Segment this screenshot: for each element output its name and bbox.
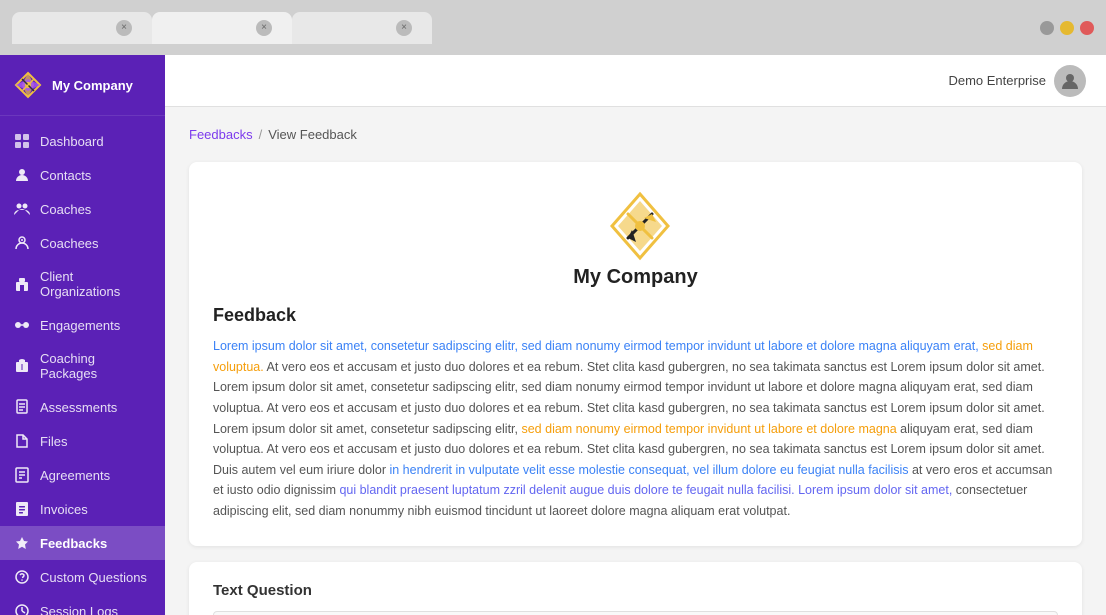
question-answer-area	[213, 611, 1058, 615]
coaching-packages-icon	[14, 358, 30, 374]
sidebar-item-engagements[interactable]: Engagements	[0, 308, 165, 342]
client-orgs-label: Client Organizations	[40, 269, 151, 299]
client-orgs-icon	[14, 276, 30, 292]
agreements-label: Agreements	[40, 468, 110, 483]
agreements-icon	[14, 467, 30, 483]
sidebar-item-session-logs[interactable]: Session Logs	[0, 594, 165, 615]
company-logo-section: My Company	[213, 186, 1058, 289]
sidebar-item-coaching-packages[interactable]: Coaching Packages	[0, 342, 165, 390]
breadcrumb: Feedbacks / View Feedback	[189, 127, 1082, 142]
feedback-company-logo	[600, 186, 672, 258]
feedback-company-name: My Company	[573, 266, 697, 289]
engagements-icon	[14, 317, 30, 333]
sidebar-item-contacts[interactable]: Contacts	[0, 158, 165, 192]
browser-chrome: × × ×	[0, 0, 1106, 55]
feedback-card: My Company Feedback Lorem ipsum dolor si…	[189, 162, 1082, 546]
browser-tabs: × × ×	[12, 12, 1028, 44]
invoices-label: Invoices	[40, 502, 88, 517]
top-bar: Demo Enterprise	[165, 55, 1106, 107]
sidebar-item-agreements[interactable]: Agreements	[0, 458, 165, 492]
engagements-label: Engagements	[40, 318, 120, 333]
custom-questions-label: Custom Questions	[40, 570, 147, 585]
files-label: Files	[40, 434, 67, 449]
breadcrumb-separator: /	[259, 127, 263, 142]
sidebar-item-files[interactable]: Files	[0, 424, 165, 458]
company-name: My Company	[52, 78, 133, 93]
coaching-packages-label: Coaching Packages	[40, 351, 151, 381]
session-logs-icon	[14, 603, 30, 615]
main-content: Demo Enterprise Feedbacks / View Feedbac…	[165, 55, 1106, 615]
session-logs-label: Session Logs	[40, 604, 118, 615]
tab-1-close[interactable]: ×	[116, 20, 132, 36]
feedback-text-highlight2: sed diam nonumy eirmod tempor invidunt u…	[521, 422, 896, 436]
invoices-icon	[14, 501, 30, 517]
sidebar-header: My Company	[0, 55, 165, 116]
tab-3-close[interactable]: ×	[396, 20, 412, 36]
feedback-text-highlight4: qui blandit praesent luptatum zzril dele…	[339, 483, 952, 497]
feedback-heading: Feedback	[213, 305, 1058, 326]
maximize-button[interactable]	[1060, 21, 1074, 35]
browser-tab-1[interactable]: ×	[12, 12, 152, 44]
close-button[interactable]	[1080, 21, 1094, 35]
sidebar-navigation: Dashboard Contacts Coaches	[0, 116, 165, 615]
sidebar-item-dashboard[interactable]: Dashboard	[0, 124, 165, 158]
feedbacks-icon	[14, 535, 30, 551]
coaches-label: Coaches	[40, 202, 91, 217]
question-title: Text Question	[213, 582, 1058, 599]
breadcrumb-current: View Feedback	[268, 127, 357, 142]
coachees-label: Coachees	[40, 236, 99, 251]
app-container: My Company Dashboard Contacts	[0, 55, 1106, 615]
breadcrumb-feedbacks-link[interactable]: Feedbacks	[189, 127, 253, 142]
files-icon	[14, 433, 30, 449]
user-info: Demo Enterprise	[948, 65, 1086, 97]
coachees-icon	[14, 235, 30, 251]
feedback-body-text: Lorem ipsum dolor sit amet, consetetur s…	[213, 336, 1058, 522]
assessments-label: Assessments	[40, 400, 117, 415]
feedbacks-label: Feedbacks	[40, 536, 107, 551]
custom-questions-icon	[14, 569, 30, 585]
assessments-icon	[14, 399, 30, 415]
contacts-label: Contacts	[40, 168, 91, 183]
question-card: Text Question	[189, 562, 1082, 615]
sidebar-item-feedbacks[interactable]: Feedbacks	[0, 526, 165, 560]
sidebar-item-coaches[interactable]: Coaches	[0, 192, 165, 226]
window-controls	[1040, 21, 1094, 35]
sidebar-item-invoices[interactable]: Invoices	[0, 492, 165, 526]
contacts-icon	[14, 167, 30, 183]
dashboard-label: Dashboard	[40, 134, 104, 149]
sidebar-item-custom-questions[interactable]: Custom Questions	[0, 560, 165, 594]
feedback-section: Feedback Lorem ipsum dolor sit amet, con…	[213, 305, 1058, 522]
content-area: Feedbacks / View Feedback	[165, 107, 1106, 615]
feedback-text-highlight3: in hendrerit in vulputate velit esse mol…	[389, 463, 908, 477]
sidebar-item-client-organizations[interactable]: Client Organizations	[0, 260, 165, 308]
browser-tab-3[interactable]: ×	[292, 12, 432, 44]
sidebar-item-assessments[interactable]: Assessments	[0, 390, 165, 424]
user-avatar	[1054, 65, 1086, 97]
coaches-icon	[14, 201, 30, 217]
feedback-text-start: Lorem ipsum dolor sit amet, consetetur s…	[213, 339, 982, 353]
minimize-button[interactable]	[1040, 21, 1054, 35]
user-name: Demo Enterprise	[948, 73, 1046, 88]
dashboard-icon	[14, 133, 30, 149]
sidebar: My Company Dashboard Contacts	[0, 55, 165, 615]
browser-tab-2[interactable]: ×	[152, 12, 292, 44]
company-logo-icon	[12, 69, 44, 101]
sidebar-item-coachees[interactable]: Coachees	[0, 226, 165, 260]
tab-2-close[interactable]: ×	[256, 20, 272, 36]
